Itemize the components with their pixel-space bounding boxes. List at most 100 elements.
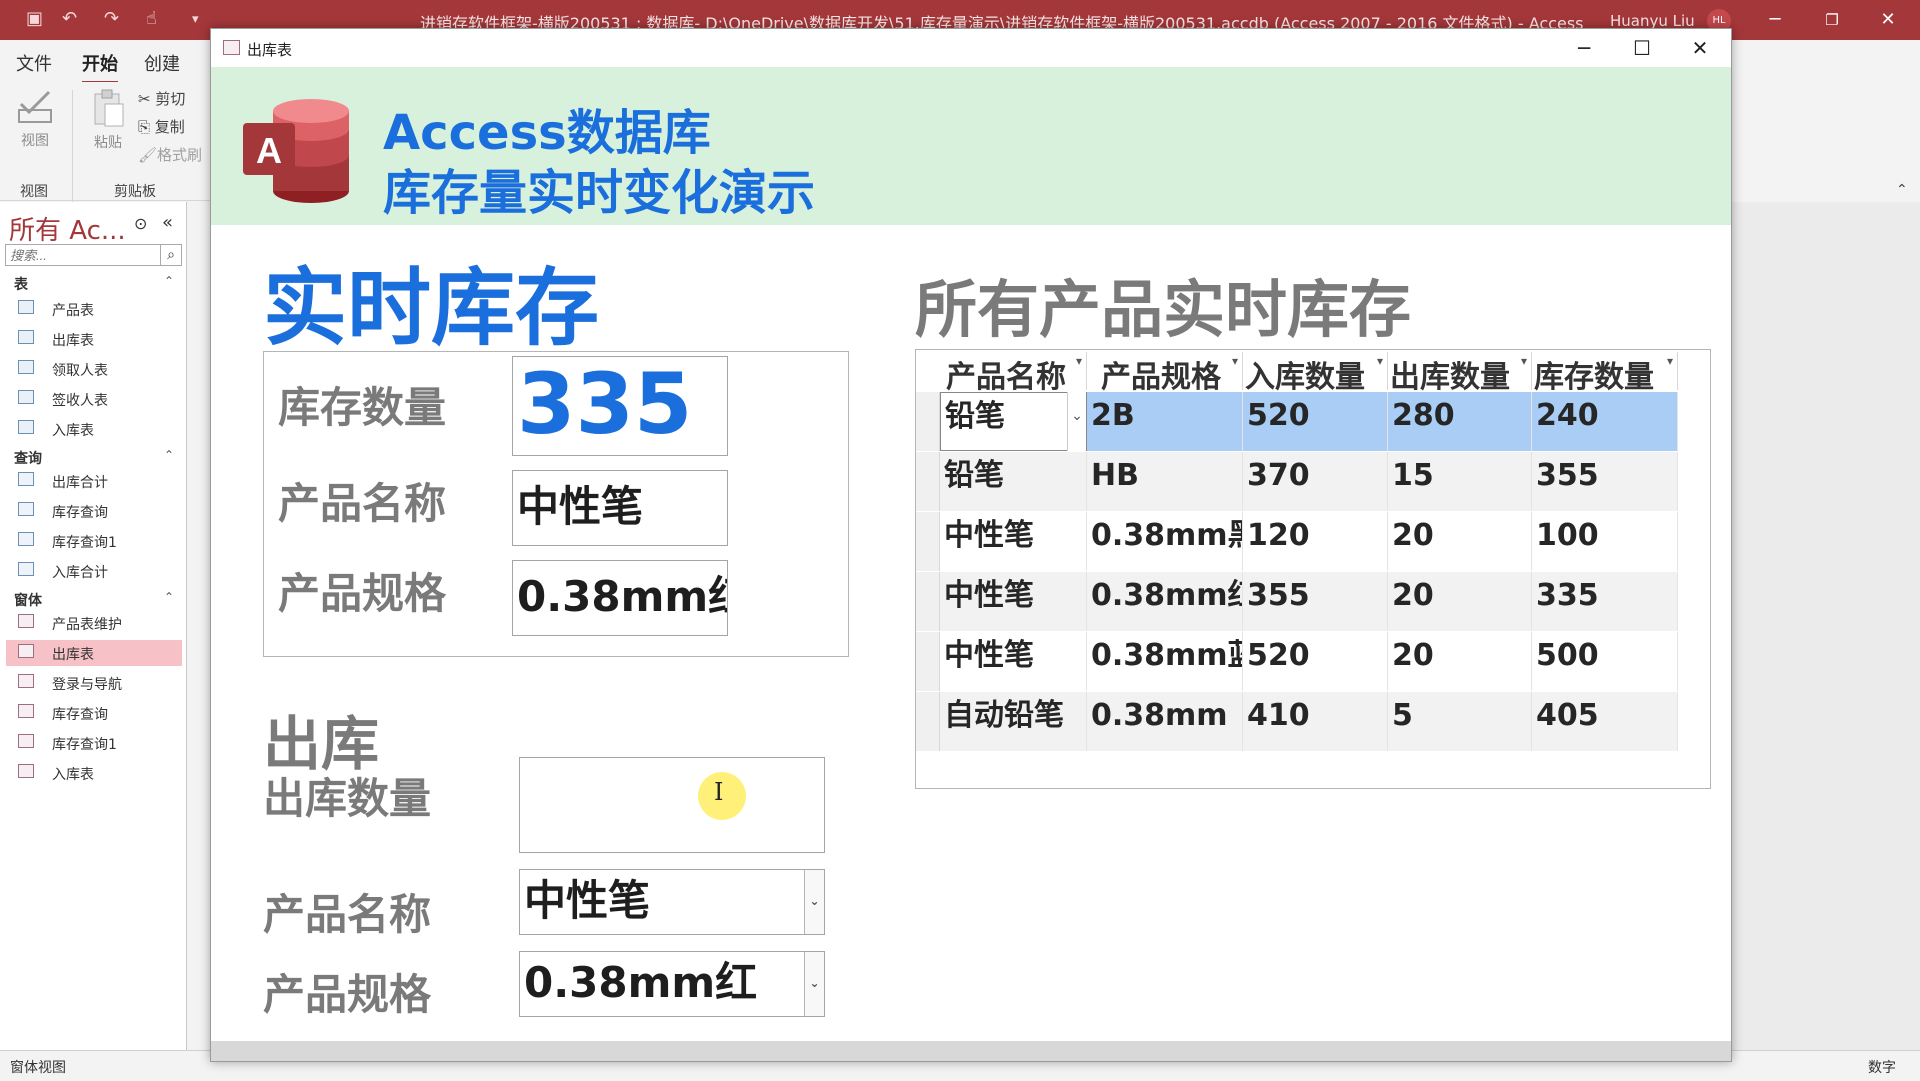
cell-stock-qty[interactable]: 500 (1532, 632, 1678, 691)
cell-stock-qty[interactable]: 240 (1532, 392, 1678, 451)
cell-stock-qty[interactable]: 100 (1532, 512, 1678, 571)
format-painter-button[interactable]: 🖌格式刷 (138, 144, 202, 165)
nav-item-query[interactable]: 入库合计 (6, 558, 182, 584)
stock-qty-field[interactable]: 335 (512, 356, 728, 456)
cell-spec[interactable]: 0.38mm黑 (1087, 512, 1243, 571)
sort-icon[interactable]: ▾ (1377, 354, 1383, 368)
table-row[interactable]: 中性笔 0.38mm黑 120 20 100 (916, 512, 1698, 571)
cell-in-qty[interactable]: 120 (1243, 512, 1388, 571)
column-header-in-qty[interactable]: 入库数量 ▾ (1243, 352, 1388, 395)
column-header-product-name[interactable]: 产品名称 ▾ (940, 352, 1087, 395)
out-qty-input[interactable] (519, 757, 825, 853)
cell-stock-qty[interactable]: 405 (1532, 692, 1678, 751)
cell-in-qty[interactable]: 370 (1243, 452, 1388, 511)
cell-out-qty[interactable]: 20 (1388, 512, 1532, 571)
table-row[interactable]: 中性笔 0.38mm蓝 520 20 500 (916, 632, 1698, 691)
collapse-pane-icon[interactable]: « (162, 212, 173, 233)
table-row[interactable]: 铅笔 HB 370 15 355 (916, 452, 1698, 511)
customize-qat-icon[interactable]: ▾ (192, 12, 199, 27)
minimize-form-icon[interactable]: ─ (1555, 31, 1613, 65)
nav-item-table[interactable]: 产品表 (6, 296, 182, 322)
cell-spec[interactable]: 0.38mm (1087, 692, 1243, 751)
nav-item-form[interactable]: 库存查询1 (6, 730, 182, 756)
sort-icon[interactable]: ▾ (1667, 354, 1673, 368)
row-selector[interactable] (916, 392, 940, 451)
collapse-group-icon[interactable]: ⌃ (164, 448, 174, 462)
cell-out-qty[interactable]: 15 (1388, 452, 1532, 511)
row-selector[interactable] (916, 512, 940, 571)
nav-item-table[interactable]: 领取人表 (6, 356, 182, 382)
nav-item-form-selected[interactable]: 出库表 (6, 640, 182, 666)
close-form-icon[interactable]: ✕ (1671, 31, 1729, 65)
cell-product-name[interactable]: 铅笔 (940, 452, 1087, 511)
table-row[interactable]: 自动铅笔 0.38mm 410 5 405 (916, 692, 1698, 751)
restore-app-icon[interactable]: ❐ (1812, 6, 1852, 34)
out-spec-combo[interactable]: 0.38mm红 ⌄ (519, 951, 825, 1017)
column-header-out-qty[interactable]: 出库数量 ▾ (1388, 352, 1532, 395)
collapse-ribbon-icon[interactable]: ⌃ (1896, 182, 1908, 198)
cell-out-qty[interactable]: 20 (1388, 572, 1532, 631)
table-row[interactable]: 铅笔 ⌄ 2B 520 280 240 (916, 392, 1698, 451)
collapse-group-icon[interactable]: ⌃ (164, 274, 174, 288)
nav-item-table[interactable]: 出库表 (6, 326, 182, 352)
cell-spec[interactable]: 0.38mm蓝 (1087, 632, 1243, 691)
cell-in-qty[interactable]: 410 (1243, 692, 1388, 751)
cell-product-name[interactable]: 中性笔 (940, 632, 1087, 691)
cell-in-qty[interactable]: 520 (1243, 632, 1388, 691)
undo-icon[interactable]: ↶ (62, 8, 77, 29)
nav-item-form[interactable]: 库存查询 (6, 700, 182, 726)
product-spec-field[interactable]: 0.38mm红 (512, 560, 728, 636)
nav-item-form[interactable]: 产品表维护 (6, 610, 182, 636)
nav-item-query[interactable]: 库存查询1 (6, 528, 182, 554)
nav-search-input[interactable] (5, 244, 161, 266)
row-selector[interactable] (916, 452, 940, 511)
chevron-down-icon[interactable]: ⌄ (804, 952, 824, 1016)
nav-item-query[interactable]: 出库合计 (6, 468, 182, 494)
paste-button[interactable]: 粘贴 (88, 88, 128, 152)
redo-icon[interactable]: ↷ (104, 8, 119, 29)
table-row[interactable]: 中性笔 0.38mm红 355 20 335 (916, 572, 1698, 631)
tab-file[interactable]: 文件 (16, 50, 52, 76)
nav-item-form[interactable]: 入库表 (6, 760, 182, 786)
cell-out-qty[interactable]: 280 (1388, 392, 1532, 451)
tab-home[interactable]: 开始 (82, 50, 118, 84)
nav-group-forms[interactable]: 窗体 (14, 590, 42, 610)
nav-item-form[interactable]: 登录与导航 (6, 670, 182, 696)
cell-in-qty[interactable]: 355 (1243, 572, 1388, 631)
chevron-down-icon[interactable]: ⌄ (1067, 392, 1086, 451)
close-app-icon[interactable]: ✕ (1868, 6, 1908, 34)
cell-spec[interactable]: 2B (1087, 392, 1243, 451)
maximize-form-icon[interactable]: ☐ (1613, 31, 1671, 65)
nav-group-queries[interactable]: 查询 (14, 448, 42, 468)
cell-spec[interactable]: HB (1087, 452, 1243, 511)
nav-group-tables[interactable]: 表 (14, 274, 28, 294)
minimize-app-icon[interactable]: ─ (1755, 6, 1795, 34)
search-icon[interactable]: ⌕ (160, 244, 182, 266)
cell-product-name[interactable]: 自动铅笔 (940, 692, 1087, 751)
row-selector[interactable] (916, 572, 940, 631)
cell-spec[interactable]: 0.38mm红 (1087, 572, 1243, 631)
row-selector[interactable] (916, 692, 940, 751)
out-name-combo[interactable]: 中性笔 ⌄ (519, 869, 825, 935)
nav-item-table[interactable]: 入库表 (6, 416, 182, 442)
sort-icon[interactable]: ▾ (1232, 354, 1238, 368)
cell-in-qty[interactable]: 520 (1243, 392, 1388, 451)
cell-out-qty[interactable]: 5 (1388, 692, 1532, 751)
collapse-group-icon[interactable]: ⌃ (164, 590, 174, 604)
sort-icon[interactable]: ▾ (1521, 354, 1527, 368)
cell-product-name[interactable]: 中性笔 (940, 512, 1087, 571)
copy-button[interactable]: ⎘ 复制 (138, 116, 185, 137)
nav-dropdown-icon[interactable]: ⊙ (134, 214, 147, 233)
nav-item-table[interactable]: 签收人表 (6, 386, 182, 412)
row-selector[interactable] (916, 632, 940, 691)
cell-out-qty[interactable]: 20 (1388, 632, 1532, 691)
cell-stock-qty[interactable]: 355 (1532, 452, 1678, 511)
column-header-spec[interactable]: 产品规格 ▾ (1087, 352, 1243, 395)
cell-stock-qty[interactable]: 335 (1532, 572, 1678, 631)
cut-button[interactable]: ✂ 剪切 (138, 88, 185, 109)
view-button[interactable]: 视图 (12, 88, 58, 150)
column-header-stock-qty[interactable]: 库存数量 ▾ (1532, 352, 1678, 395)
product-name-field[interactable]: 中性笔 (512, 470, 728, 546)
nav-item-query[interactable]: 库存查询 (6, 498, 182, 524)
nav-pane-title[interactable]: 所有 Ac... (9, 210, 126, 247)
